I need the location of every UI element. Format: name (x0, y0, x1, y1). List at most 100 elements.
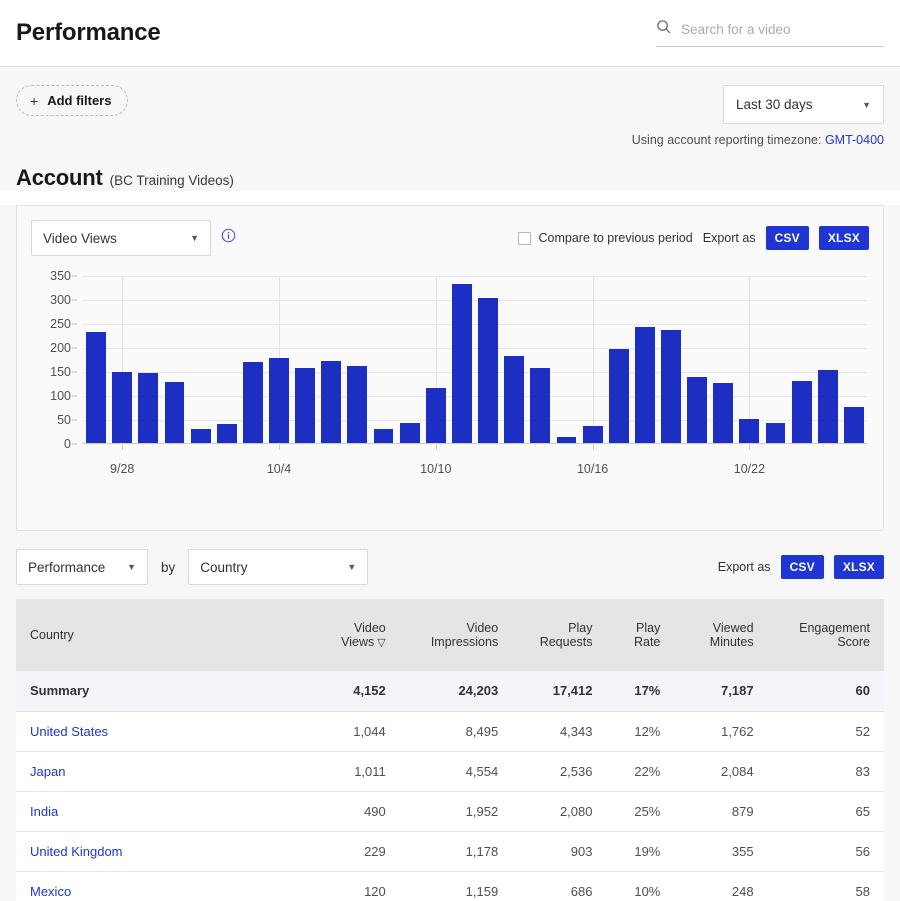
date-range-value: Last 30 days (736, 97, 813, 112)
column-header-video-impressions[interactable]: Video Impressions (400, 599, 512, 671)
y-axis-tick-label: 150 (50, 365, 71, 379)
add-filters-button[interactable]: + Add filters (16, 85, 128, 116)
bar[interactable] (374, 429, 394, 443)
bar[interactable] (347, 366, 367, 443)
date-range-select[interactable]: Last 30 days ▼ (723, 85, 884, 124)
timezone-link[interactable]: GMT-0400 (825, 133, 884, 147)
bar[interactable] (243, 362, 263, 443)
country-link[interactable]: Japan (30, 764, 65, 779)
bar[interactable] (635, 327, 655, 443)
performance-table: CountryVideo Views ▽Video ImpressionsPla… (16, 599, 884, 901)
y-axis-tick (72, 324, 77, 325)
bar[interactable] (269, 358, 289, 443)
column-header-engagement-score[interactable]: Engagement Score (768, 599, 884, 671)
info-icon[interactable] (221, 228, 236, 248)
metric-cell: 903 (512, 831, 606, 871)
bar[interactable] (661, 330, 681, 443)
country-link[interactable]: Mexico (30, 884, 71, 899)
plus-icon: + (30, 94, 38, 108)
y-axis-tick (72, 420, 77, 421)
x-axis-tick (436, 444, 437, 450)
metric-cell: 2,080 (512, 791, 606, 831)
y-axis-tick (72, 348, 77, 349)
column-header-viewed-minutes[interactable]: Viewed Minutes (674, 599, 767, 671)
table-row: Mexico1201,15968610%24858 (16, 871, 884, 901)
country-link[interactable]: India (30, 804, 58, 819)
metric-cell: 879 (674, 791, 767, 831)
summary-cell: 17,412 (512, 671, 606, 711)
bar[interactable] (400, 423, 420, 443)
metric-cell: 1,178 (400, 831, 512, 871)
metric-cell: 10% (607, 871, 675, 901)
compare-previous-period-checkbox[interactable]: Compare to previous period (518, 231, 693, 245)
bar[interactable] (792, 381, 812, 443)
bar[interactable] (739, 419, 759, 443)
bar[interactable] (557, 437, 577, 443)
metric-cell: 65 (768, 791, 884, 831)
dimension-value: Country (200, 560, 247, 575)
bar[interactable] (191, 429, 211, 443)
bar[interactable] (530, 368, 550, 443)
y-axis: 050100150200250300350 (31, 268, 77, 478)
country-cell: Japan (16, 751, 316, 791)
y-axis-tick (72, 372, 77, 373)
country-link[interactable]: United Kingdom (30, 844, 123, 859)
bar[interactable] (713, 383, 733, 443)
x-axis-tick (122, 444, 123, 450)
table-export-xlsx-button[interactable]: XLSX (834, 555, 884, 579)
column-header-play-rate[interactable]: Play Rate (607, 599, 675, 671)
table-row: United States1,0448,4954,34312%1,76252 (16, 711, 884, 751)
table-export-csv-button[interactable]: CSV (781, 555, 824, 579)
country-cell: Mexico (16, 871, 316, 901)
bar[interactable] (426, 388, 446, 443)
summary-cell: 4,152 (316, 671, 400, 711)
sort-desc-icon: ▽ (374, 637, 386, 649)
bar[interactable] (112, 372, 132, 443)
metric-select[interactable]: Video Views ▼ (31, 220, 211, 256)
table-head: CountryVideo Views ▽Video ImpressionsPla… (16, 599, 884, 671)
bar-series (83, 276, 867, 443)
metric-cell: 248 (674, 871, 767, 901)
dimension-select[interactable]: Country ▼ (188, 549, 368, 585)
bar[interactable] (321, 361, 341, 443)
metric-cell: 12% (607, 711, 675, 751)
chevron-down-icon: ▼ (127, 562, 136, 572)
summary-cell: 24,203 (400, 671, 512, 711)
country-link[interactable]: United States (30, 724, 108, 739)
plot-area (83, 276, 867, 444)
country-cell: United States (16, 711, 316, 751)
bar[interactable] (766, 423, 786, 443)
bar[interactable] (818, 370, 838, 443)
bar[interactable] (165, 382, 185, 443)
bar[interactable] (295, 368, 315, 443)
video-search[interactable] (656, 19, 884, 47)
bar[interactable] (138, 373, 158, 443)
main-content: Video Views ▼ Compare to previous period (0, 205, 900, 901)
bar[interactable] (609, 349, 629, 443)
metric-cell: 1,159 (400, 871, 512, 901)
search-input[interactable] (681, 22, 884, 37)
bar[interactable] (687, 377, 707, 443)
bar[interactable] (217, 424, 237, 443)
bar[interactable] (583, 426, 603, 443)
chevron-down-icon: ▼ (347, 562, 356, 572)
metric-cell: 229 (316, 831, 400, 871)
bar[interactable] (86, 332, 106, 443)
metric-cell: 1,762 (674, 711, 767, 751)
chart-export-csv-button[interactable]: CSV (766, 226, 809, 250)
table-row: India4901,9522,08025%87965 (16, 791, 884, 831)
column-header-video-views[interactable]: Video Views ▽ (316, 599, 400, 671)
bar[interactable] (844, 407, 864, 443)
bar[interactable] (478, 298, 498, 443)
metric-cell: 120 (316, 871, 400, 901)
bar[interactable] (504, 356, 524, 443)
chart-export-xlsx-button[interactable]: XLSX (819, 226, 869, 250)
metric-cell: 22% (607, 751, 675, 791)
metric-cell: 4,343 (512, 711, 606, 751)
column-header-play-requests[interactable]: Play Requests (512, 599, 606, 671)
metric-select-value: Video Views (43, 231, 117, 246)
report-type-select[interactable]: Performance ▼ (16, 549, 148, 585)
bar[interactable] (452, 284, 472, 443)
column-header-country[interactable]: Country (16, 599, 316, 671)
checkbox-box[interactable] (518, 232, 531, 245)
